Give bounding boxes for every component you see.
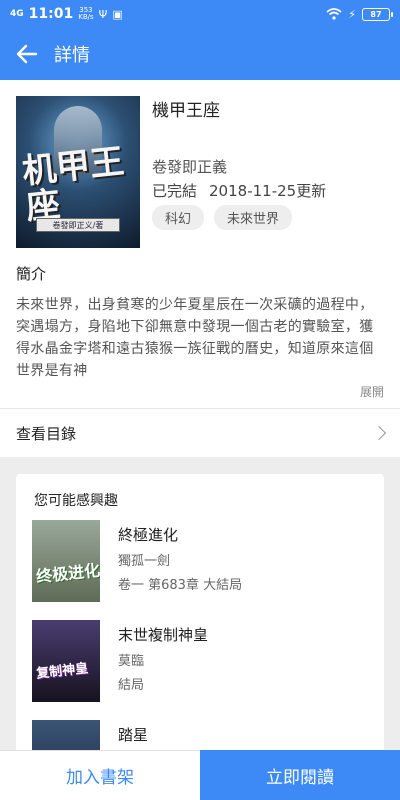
back-button[interactable] <box>0 28 54 80</box>
book-author[interactable]: 卷發即正義 <box>152 156 227 177</box>
cover-author-tag: 卷發即正义/著 <box>36 218 120 232</box>
page-title: 詳情 <box>54 45 90 66</box>
view-catalog-row[interactable]: 查看目錄 <box>0 409 400 457</box>
cover-title-art: 机甲王座 <box>20 141 126 228</box>
intro-heading: 簡介 <box>16 265 47 283</box>
book-status-line: 已完結 2018-11-25更新 <box>152 180 338 201</box>
wifi-icon <box>326 8 342 20</box>
book-title: 機甲王座 <box>152 101 220 121</box>
recommend-item[interactable]: 终极进化 終極進化 獨孤一劍 卷一 第683章 大結局 <box>32 520 372 604</box>
recommend-chapter: 卷一 第683章 大結局 <box>118 578 243 593</box>
recommend-cover: 终极进化 <box>32 520 100 602</box>
expand-button[interactable]: 展開 <box>360 383 384 400</box>
notification-icon: ▣ <box>112 7 123 21</box>
recommend-title: 終極進化 <box>118 526 179 544</box>
add-to-shelf-button[interactable]: 加入書架 <box>0 750 200 800</box>
bottom-action-bar: 加入書架 立即閱讀 <box>0 750 400 800</box>
recommend-cover-text: 终极进化 <box>35 560 100 587</box>
app-bar: 詳情 <box>0 28 400 80</box>
tag-chip[interactable]: 科幻 <box>152 205 205 230</box>
status-bar: 4G 11:01 353 KB/s Ψ ▣ ⚡ 87 <box>0 0 400 28</box>
recommend-title: 踏星 <box>118 726 149 744</box>
tag-list: 科幻 未來世界 <box>152 205 293 230</box>
arrow-left-icon <box>16 44 38 64</box>
battery-icon: 87 <box>362 7 393 21</box>
status-right: ⚡ 87 <box>326 7 393 21</box>
catalog-label: 查看目錄 <box>16 424 77 443</box>
recommend-cover-text: 复制神皇 <box>35 661 89 682</box>
intro-text: 未來世界，出身貧寒的少年夏星辰在一次采礦的過程中，突遇塌方，身陷地下卻無意中發現… <box>16 297 374 379</box>
status-left: 4G 11:01 353 KB/s Ψ ▣ <box>10 6 123 22</box>
recommend-card: 您可能感興趣 终极进化 終極進化 獨孤一劍 卷一 第683章 大結局 复制神皇 … <box>16 474 384 774</box>
book-cover: 机甲王座 卷發即正义/著 <box>16 96 140 248</box>
recommend-heading: 您可能感興趣 <box>34 493 118 509</box>
read-now-button[interactable]: 立即閱讀 <box>200 750 400 800</box>
book-detail-card: 机甲王座 卷發即正义/著 機甲王座 卷發即正義 已完結 2018-11-25更新 … <box>0 80 400 408</box>
recommend-chapter: 結局 <box>118 678 145 693</box>
network-speed-unit: KB/s <box>78 13 94 21</box>
recommend-cover: 复制神皇 <box>32 620 100 702</box>
update-date: 2018-11-25更新 <box>209 182 327 200</box>
clock: 11:01 <box>28 6 74 22</box>
recommend-item[interactable]: 复制神皇 末世複制神皇 莫臨 結局 <box>32 620 372 704</box>
tag-chip[interactable]: 未來世界 <box>214 205 293 230</box>
completion-status: 已完結 <box>152 182 198 200</box>
signal-indicator: 4G <box>10 8 24 19</box>
recommend-title: 末世複制神皇 <box>118 626 209 644</box>
recommend-author: 獨孤一劍 <box>118 554 171 569</box>
usb-icon: Ψ <box>98 7 108 21</box>
network-speed: 353 KB/s <box>78 7 93 21</box>
recommend-author: 莫臨 <box>118 654 145 669</box>
chevron-right-icon <box>371 425 387 441</box>
charging-icon: ⚡ <box>348 7 356 21</box>
